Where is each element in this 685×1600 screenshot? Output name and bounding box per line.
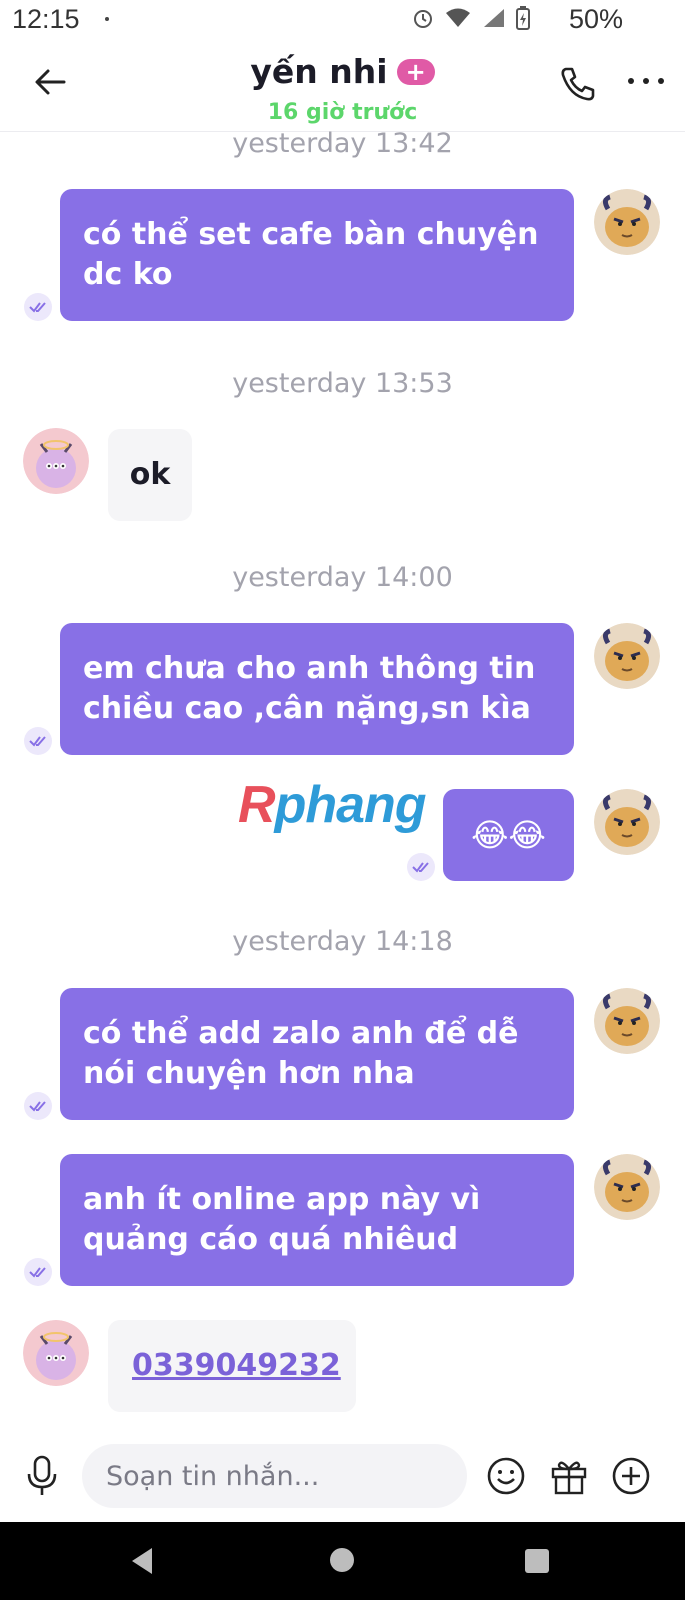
seen-check-icon — [407, 853, 435, 881]
notification-dot-icon — [105, 17, 109, 21]
battery-icon — [516, 6, 530, 30]
add-attachment-icon[interactable] — [611, 1456, 651, 1496]
my-avatar[interactable] — [594, 789, 660, 855]
signal-icon — [484, 9, 504, 27]
outgoing-message[interactable]: em chưa cho anh thông tin chiều cao ,cân… — [60, 623, 574, 755]
incoming-message[interactable]: ok — [108, 429, 192, 521]
message-timestamp: yesterday 14:18 — [232, 926, 453, 957]
contact-name: yến nhi — [250, 52, 388, 91]
contact-avatar[interactable] — [23, 1320, 89, 1386]
nav-back-icon[interactable] — [128, 1546, 156, 1576]
nav-recents-icon[interactable] — [525, 1549, 549, 1573]
message-timestamp: yesterday 14:00 — [232, 562, 453, 593]
message-input[interactable] — [82, 1444, 467, 1508]
message-composer — [0, 1430, 685, 1520]
status-time: 12:15 — [12, 4, 80, 34]
wifi-icon — [446, 8, 470, 27]
outgoing-emoji-message[interactable]: 😂😂 — [443, 789, 574, 881]
battery-percent: 50% — [568, 4, 623, 34]
microphone-icon[interactable] — [24, 1454, 60, 1498]
gift-icon[interactable] — [549, 1456, 589, 1496]
alarm-icon — [414, 10, 432, 28]
more-options-icon[interactable] — [625, 66, 667, 96]
outgoing-message[interactable]: có thể set cafe bàn chuyện dc ko — [60, 189, 574, 321]
message-timestamp: yesterday 13:42 — [232, 128, 453, 159]
seen-check-icon — [24, 1092, 52, 1120]
seen-check-icon — [24, 727, 52, 755]
message-timestamp: yesterday 13:53 — [232, 368, 453, 399]
my-avatar[interactable] — [594, 1154, 660, 1220]
my-avatar[interactable] — [594, 988, 660, 1054]
status-bar: 12:15 50% — [0, 0, 685, 40]
watermark-logo: Rphang — [238, 776, 427, 834]
contact-avatar[interactable] — [23, 428, 89, 494]
phone-icon[interactable] — [558, 64, 598, 104]
my-avatar[interactable] — [594, 623, 660, 689]
status-icons — [412, 6, 530, 30]
my-avatar[interactable] — [594, 189, 660, 255]
emoji-icon[interactable] — [486, 1456, 526, 1496]
phone-number-link[interactable]: 0339049232 — [132, 1348, 341, 1383]
outgoing-message[interactable]: có thể add zalo anh để dễ nói chuyện hơn… — [60, 988, 574, 1120]
seen-check-icon — [24, 1258, 52, 1286]
plus-badge: + — [396, 58, 435, 85]
system-nav-bar — [0, 1522, 685, 1600]
chat-header: yến nhi + 16 giờ trước — [0, 40, 685, 132]
nav-home-icon[interactable] — [330, 1548, 354, 1572]
seen-check-icon — [24, 293, 52, 321]
incoming-message: 0339049232 — [108, 1320, 356, 1412]
outgoing-message[interactable]: anh ít online app này vì quảng cáo quá n… — [60, 1154, 574, 1286]
